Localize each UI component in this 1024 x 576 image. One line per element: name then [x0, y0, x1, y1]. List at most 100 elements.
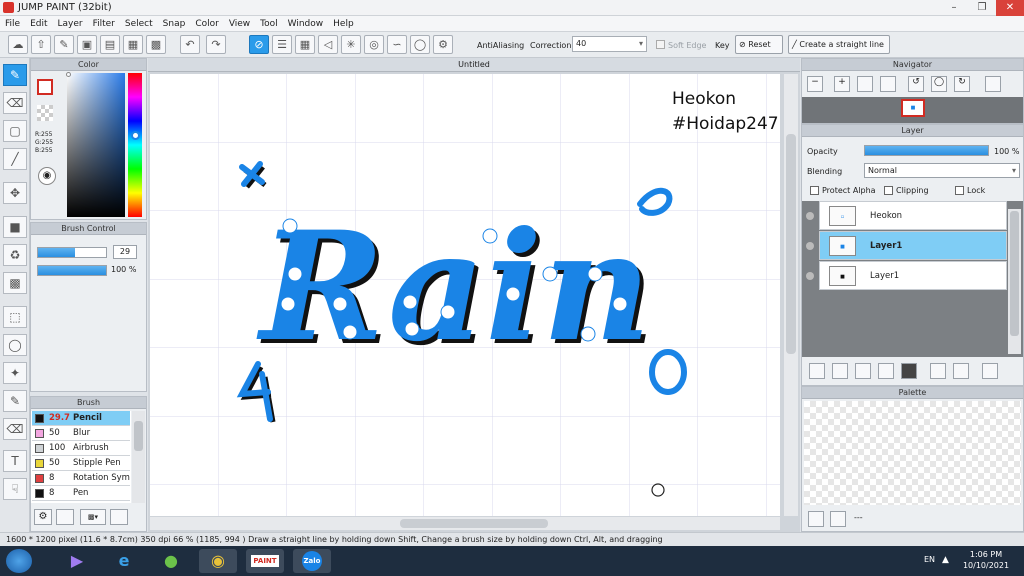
eraser-tool-icon[interactable]: ⌫ [3, 92, 27, 114]
layer-row-layer1-selected[interactable]: ■ Layer1 [819, 231, 1007, 260]
reset-button[interactable]: ⊘ Reset [735, 35, 783, 54]
brush-list-scroll-thumb[interactable] [134, 421, 143, 451]
merge-layer-icon[interactable] [953, 363, 969, 379]
select-eraser-icon[interactable]: ⌫ [3, 418, 27, 440]
grid-page-icon[interactable]: ▩ [146, 35, 166, 54]
canvas-horizontal-scrollbar[interactable] [150, 517, 780, 530]
clipping-checkbox[interactable] [884, 186, 893, 195]
brush-item-pen[interactable]: 8 Pen [32, 486, 130, 501]
internet-explorer-icon[interactable]: e [105, 549, 143, 573]
visibility-icon[interactable] [806, 272, 814, 280]
bucket-tool-icon[interactable]: ♻ [3, 244, 27, 266]
zalo-taskbar-icon[interactable]: Zalo [293, 549, 331, 573]
curve-snap-icon[interactable]: ∽ [387, 35, 407, 54]
layer-opacity-slider[interactable] [864, 145, 989, 156]
brush-size-slider[interactable] [37, 247, 107, 258]
brush-item-blur[interactable]: 50 Blur [32, 426, 130, 441]
create-straight-line-button[interactable]: ╱ Create a straight line [788, 35, 890, 54]
palette-icon[interactable]: ◉ [38, 167, 56, 185]
brush-opacity-slider[interactable] [37, 265, 107, 276]
jump-paint-taskbar-icon[interactable]: PAINT [246, 549, 284, 573]
navigator-preview[interactable]: ■ [802, 97, 1023, 123]
fill-rect-tool-icon[interactable]: ■ [3, 216, 27, 238]
menu-view[interactable]: View [224, 16, 255, 32]
magic-wand-icon[interactable]: ✦ [3, 362, 27, 384]
fit-screen-icon[interactable] [857, 76, 873, 92]
menu-help[interactable]: Help [328, 16, 359, 32]
snap-off-icon[interactable]: ⊘ [249, 35, 269, 54]
taskbar-clock[interactable]: 1:06 PM 10/10/2021 [956, 549, 1016, 571]
hue-slider-handle[interactable] [131, 131, 140, 140]
document-icon[interactable]: ▤ [100, 35, 120, 54]
folder-icon[interactable] [901, 363, 917, 379]
message-icon[interactable]: ▣ [77, 35, 97, 54]
rectangle-tool-icon[interactable]: ▢ [3, 120, 27, 142]
layer-scroll-thumb[interactable] [1010, 211, 1019, 336]
undo-icon[interactable]: ↶ [180, 35, 200, 54]
menu-tool[interactable]: Tool [255, 16, 282, 32]
palette-delete-icon[interactable] [830, 511, 846, 527]
line-tool-icon[interactable]: ╱ [3, 148, 27, 170]
palette-new-icon[interactable] [808, 511, 824, 527]
menu-file[interactable]: File [0, 16, 25, 32]
rotate-left-icon[interactable]: ↺ [908, 76, 924, 92]
maximize-icon[interactable]: ❐ [968, 0, 996, 16]
menu-select[interactable]: Select [120, 16, 158, 32]
hue-slider[interactable] [128, 73, 142, 217]
delete-layer-icon[interactable] [982, 363, 998, 379]
brush-item-stipple-pen[interactable]: 50 Stipple Pen [32, 456, 130, 471]
pen-tool-icon[interactable]: ✎ [3, 64, 27, 86]
gradient-tool-icon[interactable]: ▩ [3, 272, 27, 294]
minimize-icon[interactable]: – [940, 0, 968, 16]
redo-icon[interactable]: ↷ [206, 35, 226, 54]
text-tool-icon[interactable]: T [3, 450, 27, 472]
ellipse-snap-icon[interactable]: ◯ [410, 35, 430, 54]
actual-size-icon[interactable] [880, 76, 896, 92]
menu-color[interactable]: Color [190, 16, 224, 32]
chrome-icon[interactable]: ◉ [199, 549, 237, 573]
delete-brush-icon[interactable] [110, 509, 128, 525]
soft-edge-checkbox[interactable] [656, 40, 665, 49]
start-button-icon[interactable] [6, 549, 32, 573]
drawing-canvas[interactable]: Heokon #Hoidap247 Rain Rain [150, 74, 780, 516]
primary-color-swatch[interactable] [37, 79, 53, 95]
select-pen-icon[interactable]: ✎ [3, 390, 27, 412]
saturation-value-picker[interactable] [67, 73, 125, 217]
parallel-snap-icon[interactable]: ☰ [272, 35, 292, 54]
menu-edit[interactable]: Edit [25, 16, 52, 32]
radial-snap-icon[interactable]: ✳ [341, 35, 361, 54]
brush-item-rotation-symmetry[interactable]: 8 Rotation Symmetry [32, 471, 130, 486]
lock-checkbox[interactable] [955, 186, 964, 195]
rect-select-icon[interactable]: ⬚ [3, 306, 27, 328]
layer-row-layer1[interactable]: ■ Layer1 [819, 261, 1007, 290]
brush-item-airbrush[interactable]: 100 Airbrush [32, 441, 130, 456]
horizontal-scroll-thumb[interactable] [400, 519, 548, 528]
brush-settings-icon[interactable]: ⚙ [34, 509, 52, 525]
move-tool-icon[interactable]: ✥ [3, 182, 27, 204]
brush-list-scrollbar[interactable] [132, 411, 145, 503]
transparent-swatch[interactable] [37, 105, 53, 121]
visual-studio-icon[interactable]: ▶ [58, 549, 96, 573]
layer-row-heokon[interactable]: ▫ Heokon [819, 201, 1007, 230]
rotate-right-icon[interactable]: ↻ [954, 76, 970, 92]
cloud-icon[interactable]: ☁ [8, 35, 28, 54]
tray-arrow-icon[interactable]: ▲ [942, 555, 949, 565]
new-tone-layer-icon[interactable] [878, 363, 894, 379]
circle-snap-icon[interactable]: ◎ [364, 35, 384, 54]
visibility-icon[interactable] [806, 242, 814, 250]
document-tab[interactable]: Untitled [148, 58, 800, 72]
color-picker-cursor[interactable] [66, 72, 71, 77]
blending-select[interactable]: Normal ▾ [864, 163, 1020, 178]
export-icon[interactable]: ⇧ [31, 35, 51, 54]
new-1bit-layer-icon[interactable] [855, 363, 871, 379]
new-brush-icon[interactable] [56, 509, 74, 525]
palette-swatches[interactable] [804, 401, 1021, 505]
protect-alpha-checkbox[interactable] [810, 186, 819, 195]
grid-snap-icon[interactable]: ▦ [295, 35, 315, 54]
language-indicator[interactable]: EN [924, 555, 935, 564]
duplicate-layer-icon[interactable] [930, 363, 946, 379]
page-icon[interactable]: ▦ [123, 35, 143, 54]
menu-layer[interactable]: Layer [53, 16, 88, 32]
brush-item-pencil[interactable]: 29.7 Pencil [32, 411, 130, 426]
close-icon[interactable]: ✕ [996, 0, 1024, 16]
